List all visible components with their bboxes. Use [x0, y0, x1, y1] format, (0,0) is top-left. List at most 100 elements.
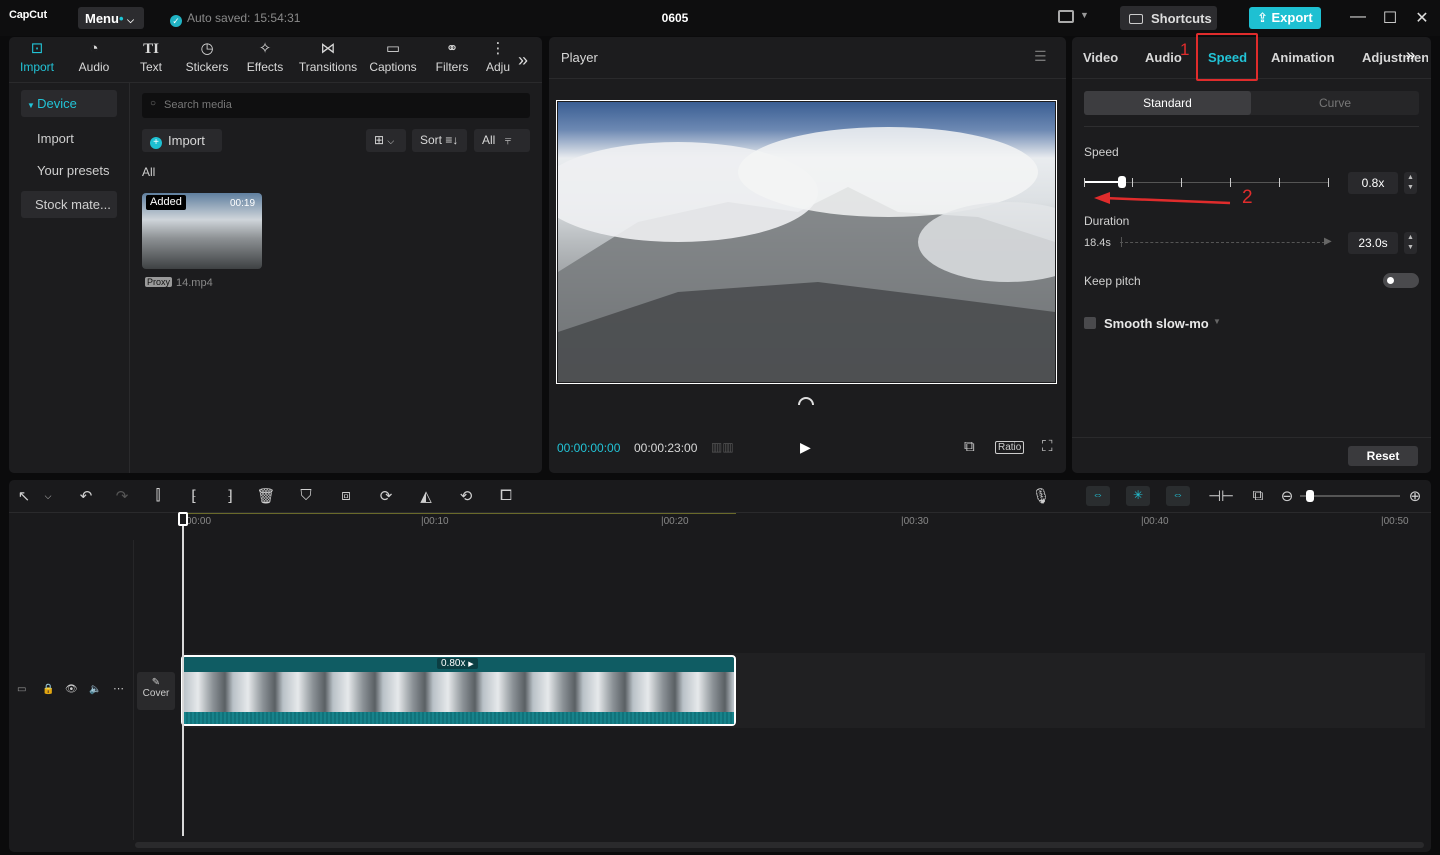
track-header-divider: [133, 540, 134, 840]
duration-stepper[interactable]: ▲ ▼: [1404, 232, 1417, 254]
split-preview-icon[interactable]: ⊣⊢: [1208, 487, 1234, 505]
filter-icon: ⫧: [504, 133, 512, 147]
playhead[interactable]: [182, 514, 184, 836]
close-icon[interactable]: ✕: [1412, 8, 1432, 28]
marker-icon[interactable]: ⛉: [296, 487, 316, 504]
player-menu-icon[interactable]: ☰: [1034, 48, 1047, 65]
select-chevron-icon[interactable]: ⌵: [38, 491, 58, 502]
tab-video[interactable]: Video: [1083, 50, 1118, 65]
zoom-slider-handle[interactable]: [1306, 490, 1314, 502]
split-icon[interactable]: ⫿: [148, 487, 168, 504]
zoom-in-icon[interactable]: ⊕: [1405, 487, 1425, 505]
select-tool-icon[interactable]: ↖: [14, 487, 34, 505]
lock-icon[interactable]: 🔒: [42, 684, 54, 695]
cover-button[interactable]: ✎ Cover: [137, 672, 175, 710]
player-title: Player: [561, 50, 598, 65]
tool-text[interactable]: TI Text: [123, 40, 179, 74]
tool-audio[interactable]: ◔ Audio: [66, 40, 122, 74]
tool-import[interactable]: ⊡ Import: [9, 40, 65, 74]
search-input[interactable]: ○ Search media: [142, 93, 530, 118]
audio-icon: ◔: [89, 40, 99, 57]
crop-frame[interactable]: [556, 100, 1057, 384]
menu-dot: •: [118, 11, 124, 26]
reset-button[interactable]: Reset: [1348, 446, 1418, 466]
play-icon[interactable]: ▶: [800, 439, 811, 456]
preview-axis-icon[interactable]: ⧉: [1248, 487, 1268, 504]
rotate-icon[interactable]: ⟲: [456, 487, 476, 505]
menu-button[interactable]: Menu• ⌵: [78, 7, 144, 29]
proxy-badge: Proxy: [145, 277, 173, 287]
maximize-icon[interactable]: ☐: [1380, 8, 1400, 28]
track-type-icon[interactable]: ▭: [17, 684, 26, 695]
export-button[interactable]: ⇪ Export: [1249, 7, 1321, 29]
section-label: All: [142, 165, 156, 179]
reverse-icon[interactable]: ⟳: [376, 487, 396, 505]
sidebar-item-stock[interactable]: Stock mate...: [21, 191, 117, 218]
ruler-label: |00:20: [661, 516, 689, 527]
redo-icon[interactable]: ↷: [112, 487, 132, 505]
main-track-magnet-icon[interactable]: ⇔: [1086, 486, 1110, 506]
filter-button[interactable]: All ⫧: [474, 129, 530, 152]
zoom-out-icon[interactable]: ⊖: [1277, 487, 1297, 505]
speed-stepper[interactable]: ▲ ▼: [1404, 172, 1417, 194]
tab-animation[interactable]: Animation: [1271, 50, 1335, 65]
ruler-label: |00:40: [1141, 516, 1169, 527]
tool-filters[interactable]: ⚭ Filters: [424, 40, 480, 74]
tool-effects[interactable]: ✧ Effects: [237, 40, 293, 74]
segment-curve[interactable]: Curve: [1251, 91, 1419, 115]
tool-captions[interactable]: ▭ Captions: [365, 40, 421, 74]
duration-label: Duration: [1084, 214, 1130, 228]
captions-icon: ▭: [385, 40, 401, 57]
layout-icon[interactable]: [1058, 10, 1074, 23]
sidebar-divider: [129, 83, 130, 473]
delete-icon[interactable]: 🗑: [256, 487, 276, 505]
speed-value-input[interactable]: 0.8x: [1348, 172, 1398, 194]
segment-standard[interactable]: Standard: [1084, 91, 1251, 115]
speed-slider-handle[interactable]: [1118, 176, 1126, 188]
volume-icon[interactable]: 🔈: [89, 684, 101, 695]
view-mode-button[interactable]: ⊞ ⌵: [366, 129, 406, 152]
zoom-fit-icon[interactable]: ⧉: [964, 438, 975, 455]
linkage-icon[interactable]: ⇔: [1166, 486, 1190, 506]
mirror-icon[interactable]: ◭: [416, 487, 436, 505]
sidebar-item-import[interactable]: Import: [21, 125, 117, 152]
keep-pitch-toggle[interactable]: [1383, 273, 1419, 288]
sidebar-item-presets[interactable]: Your presets: [21, 157, 117, 184]
tool-stickers[interactable]: ◷ Stickers: [179, 40, 235, 74]
zoom-slider-track[interactable]: [1300, 495, 1400, 497]
tool-adjust[interactable]: ⋮ Adju: [478, 40, 518, 74]
eye-icon[interactable]: 👁: [65, 684, 78, 695]
tool-transitions[interactable]: ⋈ Transitions: [297, 40, 359, 74]
freeze-icon[interactable]: ⧈: [336, 487, 356, 504]
split-right-icon[interactable]: ⁆: [220, 487, 240, 505]
playhead-handle[interactable]: [178, 512, 188, 526]
more-icon[interactable]: ⋯: [113, 682, 124, 695]
reset-divider: [1072, 437, 1431, 438]
slider-tick: [1328, 178, 1329, 187]
sidebar-item-device[interactable]: ▼ Device: [21, 90, 117, 117]
timeline-scrollbar[interactable]: [135, 842, 1424, 848]
auto-snap-icon[interactable]: ✳: [1126, 486, 1150, 506]
tab-audio[interactable]: Audio: [1145, 50, 1182, 65]
import-button[interactable]: + Import: [142, 129, 222, 152]
toolbar-divider: [9, 82, 542, 83]
effects-icon: ✧: [258, 40, 272, 57]
fullscreen-icon[interactable]: ⛶: [1042, 438, 1053, 455]
timecode-grid-icon[interactable]: ▥▥: [711, 440, 734, 454]
ratio-button[interactable]: Ratio: [995, 441, 1025, 454]
minimize-icon[interactable]: —: [1348, 8, 1368, 26]
more-tabs-icon[interactable]: »: [1406, 45, 1415, 65]
import-icon: ⊡: [30, 40, 44, 57]
microphone-icon[interactable]: 🎙: [1031, 487, 1051, 505]
undo-icon[interactable]: ↶: [76, 487, 96, 505]
tab-adjustment[interactable]: Adjustmen: [1362, 50, 1428, 65]
split-left-icon[interactable]: ⁅: [184, 487, 204, 505]
duration-value-input[interactable]: 23.0s: [1348, 232, 1398, 254]
shortcuts-button[interactable]: Shortcuts: [1120, 6, 1217, 30]
sort-button[interactable]: Sort ≡↓: [412, 129, 467, 152]
crop-icon[interactable]: ⧠: [496, 487, 516, 504]
layout-chevron-icon[interactable]: ▼: [1080, 10, 1089, 20]
search-icon: ○: [150, 98, 157, 109]
smooth-slowmo-checkbox[interactable]: [1084, 317, 1096, 329]
more-tools-icon[interactable]: »: [518, 50, 528, 71]
